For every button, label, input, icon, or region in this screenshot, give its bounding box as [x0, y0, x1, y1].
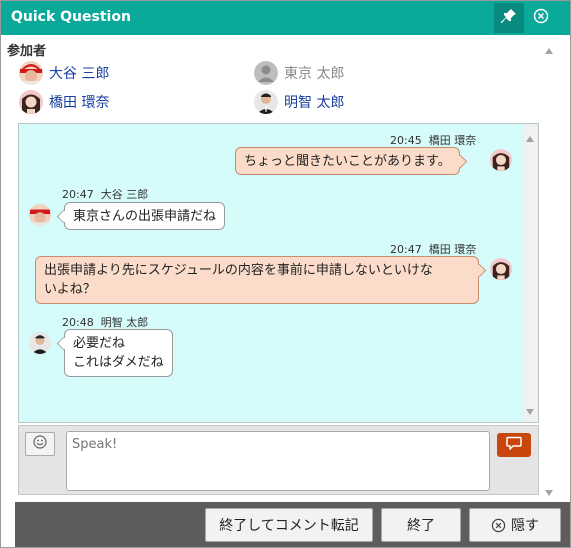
- avatar: [254, 90, 278, 114]
- participant-name: 橋田 環奈: [49, 95, 110, 111]
- message-meta: 20:45 橋田 環奈: [390, 132, 476, 148]
- avatar: [254, 61, 278, 85]
- quick-question-window: Quick Question 参加者 大谷 三郎 東京 太郎 橋田 環奈 明智 …: [0, 0, 571, 548]
- avatar: [490, 258, 512, 280]
- message-meta: 20:48 明智 太郎: [62, 314, 148, 330]
- title-bar: Quick Question: [1, 1, 570, 35]
- participants-label: 参加者: [7, 44, 47, 59]
- close-circle-icon: [491, 518, 506, 533]
- participant-name: 明智 太郎: [284, 95, 345, 111]
- end-and-transfer-label: 終了してコメント転記: [219, 518, 359, 534]
- footer-bar: 終了してコメント転記 終了 隠す: [15, 502, 570, 547]
- participant-ootani[interactable]: 大谷 三郎: [19, 60, 109, 86]
- scroll-up-arrow-icon[interactable]: [526, 131, 534, 146]
- avatar: [19, 61, 43, 85]
- participant-akechi[interactable]: 明智 太郎: [254, 89, 344, 115]
- pin-icon: [501, 8, 517, 28]
- avatar: [29, 332, 51, 354]
- participant-tokyo[interactable]: 東京 太郎: [254, 60, 344, 86]
- hide-button[interactable]: 隠す: [469, 508, 561, 542]
- message-time: 20:45: [390, 134, 422, 147]
- smiley-icon: [33, 435, 47, 453]
- close-button[interactable]: [529, 6, 553, 30]
- avatar: [490, 149, 512, 171]
- end-button[interactable]: 終了: [381, 508, 461, 542]
- panel-scrollbar[interactable]: [541, 35, 570, 499]
- avatar: [29, 204, 51, 226]
- speak-input[interactable]: [66, 431, 490, 491]
- message-time: 20:47: [62, 188, 94, 201]
- message-time: 20:47: [390, 243, 422, 256]
- end-and-transfer-button[interactable]: 終了してコメント転記: [205, 508, 373, 542]
- message-sender: 大谷 三郎: [100, 188, 149, 201]
- message-time: 20:48: [62, 316, 94, 329]
- participants-panel: 参加者 大谷 三郎 東京 太郎 橋田 環奈 明智 太郎: [1, 35, 541, 119]
- message-sender: 橋田 環奈: [428, 134, 477, 147]
- chat-scrollbar[interactable]: [524, 124, 538, 422]
- message-bubble: ちょっと聞きたいことがあります。: [235, 147, 460, 175]
- send-button[interactable]: [497, 433, 531, 457]
- participant-name: 東京 太郎: [284, 66, 345, 82]
- speech-bubble-icon: [506, 436, 522, 455]
- scroll-up-arrow-icon[interactable]: [545, 43, 553, 58]
- message-meta: 20:47 橋田 環奈: [390, 241, 476, 257]
- participant-hashida[interactable]: 橋田 環奈: [19, 89, 109, 115]
- message-meta: 20:47 大谷 三郎: [62, 186, 148, 202]
- pin-button[interactable]: [494, 3, 524, 33]
- avatar: [19, 90, 43, 114]
- message-bubble: 必要だね これはダメだね: [64, 329, 173, 377]
- message-bubble: 出張申請より先にスケジュールの内容を事前に申請しないといけな いよね？: [35, 256, 479, 304]
- message-sender: 橋田 環奈: [428, 243, 477, 256]
- scroll-down-arrow-icon[interactable]: [545, 485, 553, 500]
- end-label: 終了: [407, 518, 435, 534]
- scroll-down-arrow-icon[interactable]: [526, 404, 534, 419]
- participant-name: 大谷 三郎: [49, 66, 110, 82]
- window-title: Quick Question: [11, 9, 131, 25]
- message-sender: 明智 太郎: [100, 316, 149, 329]
- hide-label: 隠す: [511, 518, 539, 534]
- chat-log: 20:45 橋田 環奈 ちょっと聞きたいことがあります。 20:47 大谷 三郎…: [18, 123, 539, 423]
- emoji-button[interactable]: [25, 432, 55, 456]
- message-bubble: 東京さんの出張申請だね: [64, 202, 226, 230]
- close-circle-icon: [533, 8, 549, 28]
- message-composer: [18, 425, 539, 495]
